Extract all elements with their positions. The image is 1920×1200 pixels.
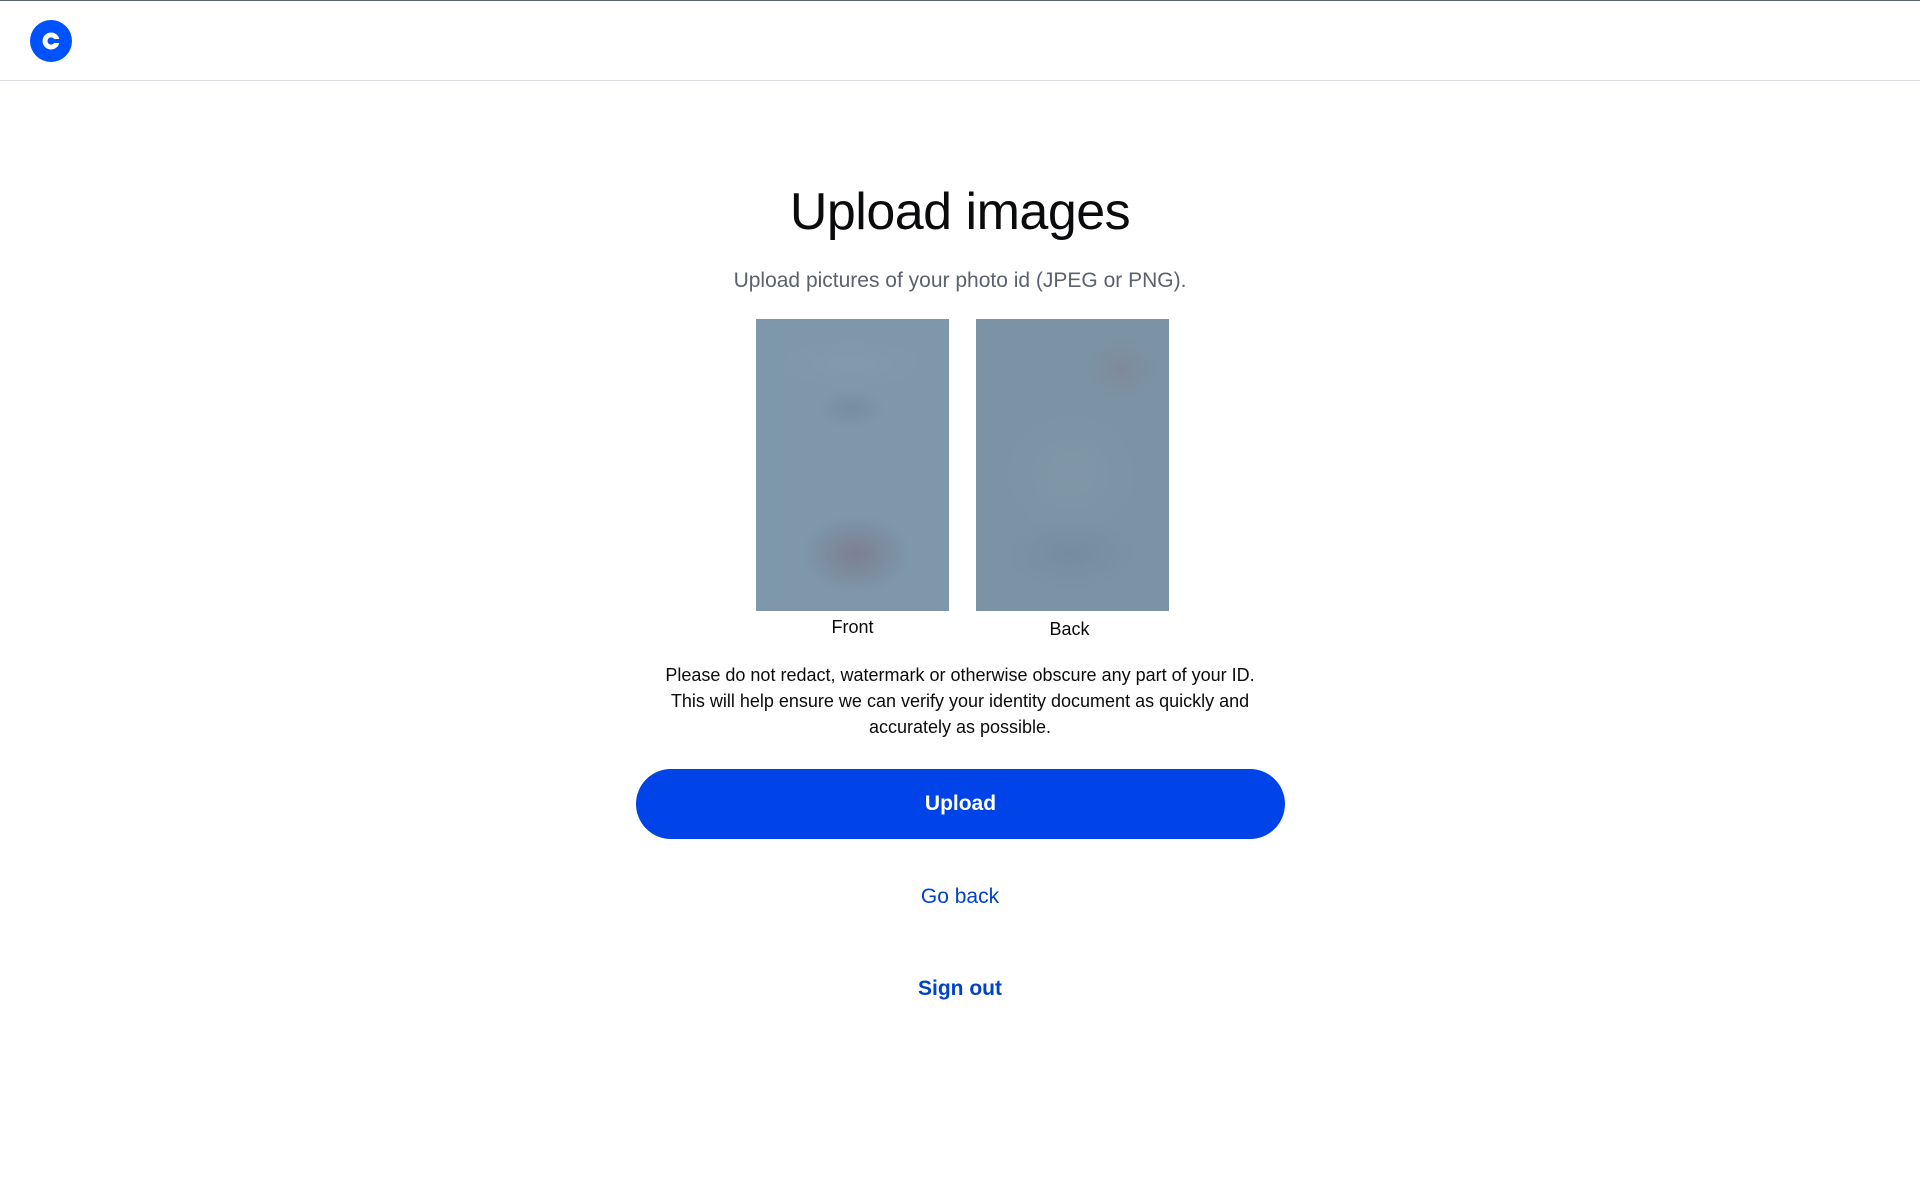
page-subtitle: Upload pictures of your photo id (JPEG o… [733,269,1187,292]
front-image-caption: Front [831,617,874,637]
sign-out-link[interactable]: Sign out [918,977,1002,1000]
main-content: Upload images Upload pictures of your ph… [0,82,1920,1200]
id-notice-text: Please do not redact, watermark or other… [610,662,1310,740]
blurred-region [816,389,886,429]
coinbase-logo-svg [30,20,72,62]
back-image-caption: Back [1049,619,1090,639]
coinbase-logo-icon[interactable] [30,20,72,62]
blurred-region [801,514,911,594]
id-back-image[interactable] [976,319,1169,611]
blurred-region [776,339,926,389]
page-title: Upload images [789,183,1131,241]
notice-line-2: This will help ensure we can verify your… [670,691,1250,711]
notice-line-3: accurately as possible. [868,717,1052,737]
notice-line-1: Please do not redact, watermark or other… [665,665,1255,685]
top-bar [0,1,1920,81]
go-back-link-container: Go back [0,883,1920,911]
upload-button[interactable]: Upload [636,769,1285,839]
go-back-link[interactable]: Go back [921,885,999,908]
blurred-region [1006,519,1136,589]
blurred-region [1086,339,1156,399]
sign-out-link-container: Sign out [0,975,1920,1003]
id-front-image[interactable] [756,319,949,611]
